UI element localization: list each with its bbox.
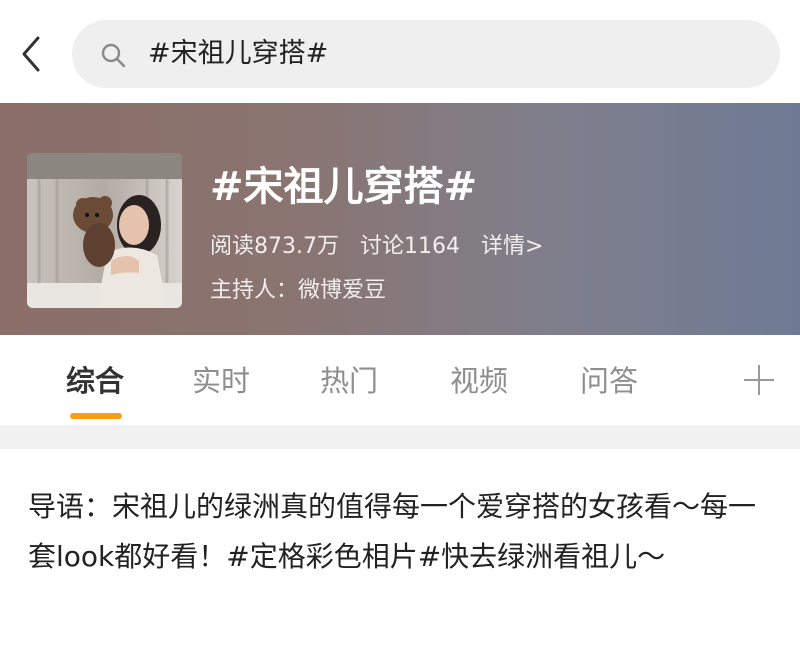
details-link[interactable]: 详情> xyxy=(481,234,543,259)
topic-avatar[interactable] xyxy=(27,153,182,308)
tab-comprehensive[interactable]: 综合 xyxy=(66,361,124,401)
tab-bar: 综合 实时 热门 视频 问答 xyxy=(0,335,800,425)
active-tab-indicator xyxy=(70,413,122,419)
tab-hot[interactable]: 热门 xyxy=(320,361,378,401)
avatar-photo xyxy=(27,153,182,308)
search-query[interactable]: #宋祖儿穿搭# xyxy=(148,32,328,76)
topic-stats: 阅读873.7万 讨论1164 详情> xyxy=(210,231,557,263)
tab-realtime[interactable]: 实时 xyxy=(192,361,250,401)
section-divider xyxy=(0,425,800,449)
topic-intro: 导语：宋祖儿的绿洲真的值得每一个爱穿搭的女孩看～每一套look都好看！#定格彩色… xyxy=(28,490,757,573)
back-chevron-icon xyxy=(22,36,40,72)
topic-host[interactable]: 主持人：微博爱豆 xyxy=(210,275,386,307)
read-count: 阅读873.7万 xyxy=(210,234,339,259)
search-icon xyxy=(101,43,126,68)
topic-title: #宋祖儿穿搭# xyxy=(210,164,478,210)
topic-header: #宋祖儿穿搭# 阅读873.7万 讨论1164 详情> 主持人：微博爱豆 xyxy=(0,103,800,335)
discussion-count: 讨论1164 xyxy=(359,234,460,259)
top-bar: #宋祖儿穿搭# xyxy=(0,0,800,103)
tab-video[interactable]: 视频 xyxy=(450,361,508,401)
tab-qa[interactable]: 问答 xyxy=(580,361,638,401)
search-box[interactable]: #宋祖儿穿搭# xyxy=(72,20,780,88)
back-button[interactable] xyxy=(14,34,54,74)
add-tab-icon[interactable] xyxy=(744,365,774,395)
